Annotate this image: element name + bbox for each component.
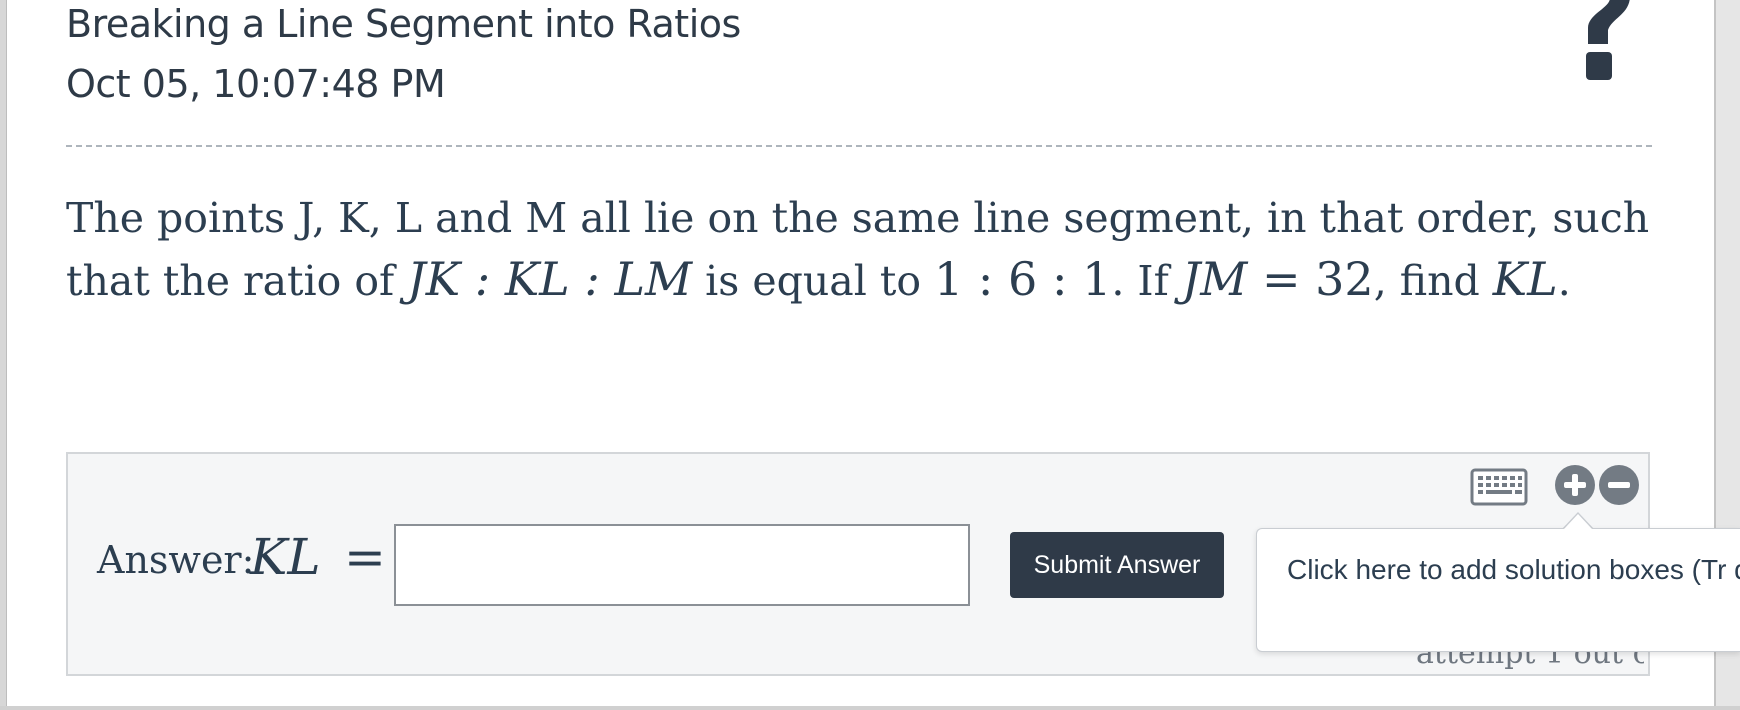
answer-input[interactable]: [394, 524, 970, 606]
problem-text: is equal to: [692, 257, 935, 305]
submit-answer-button[interactable]: Submit Answer: [1010, 532, 1224, 598]
problem-statement: The points J, K, L and M all lie on the …: [66, 188, 1666, 312]
tooltip-text: Click here to add solution boxes (Tr dis…: [1287, 554, 1740, 585]
ratio-values: 1 : 6 : 1: [934, 252, 1112, 306]
answer-label: Answer:: [97, 538, 255, 582]
problem-text: .: [1557, 257, 1571, 305]
add-solution-tooltip[interactable]: Click here to add solution boxes (Tr dis…: [1256, 528, 1740, 652]
segment-jm: JM: [1181, 252, 1248, 306]
question-mark-icon[interactable]: [1560, 0, 1640, 84]
segment-jm-value: = 32: [1247, 252, 1374, 306]
problem-text: . If: [1111, 257, 1182, 305]
left-frame-edge: [0, 0, 7, 710]
section-divider: [66, 145, 1652, 147]
answer-variable: KL: [250, 528, 321, 586]
bottom-frame-edge: [0, 706, 1740, 710]
problem-text: , find: [1373, 257, 1493, 305]
tooltip-arrow: [1564, 514, 1592, 529]
plus-circle-icon[interactable]: [1554, 464, 1596, 506]
page-title: Breaking a Line Segment into Ratios: [66, 2, 741, 46]
segment-kl: KL: [1492, 252, 1558, 306]
timestamp: Oct 05, 10:07:48 PM: [66, 62, 446, 106]
minus-circle-icon[interactable]: [1598, 464, 1640, 506]
answer-equals-sign: =: [344, 528, 386, 586]
keyboard-icon[interactable]: [1470, 468, 1528, 506]
ratio-expression: JK : KL : LM: [407, 252, 693, 306]
